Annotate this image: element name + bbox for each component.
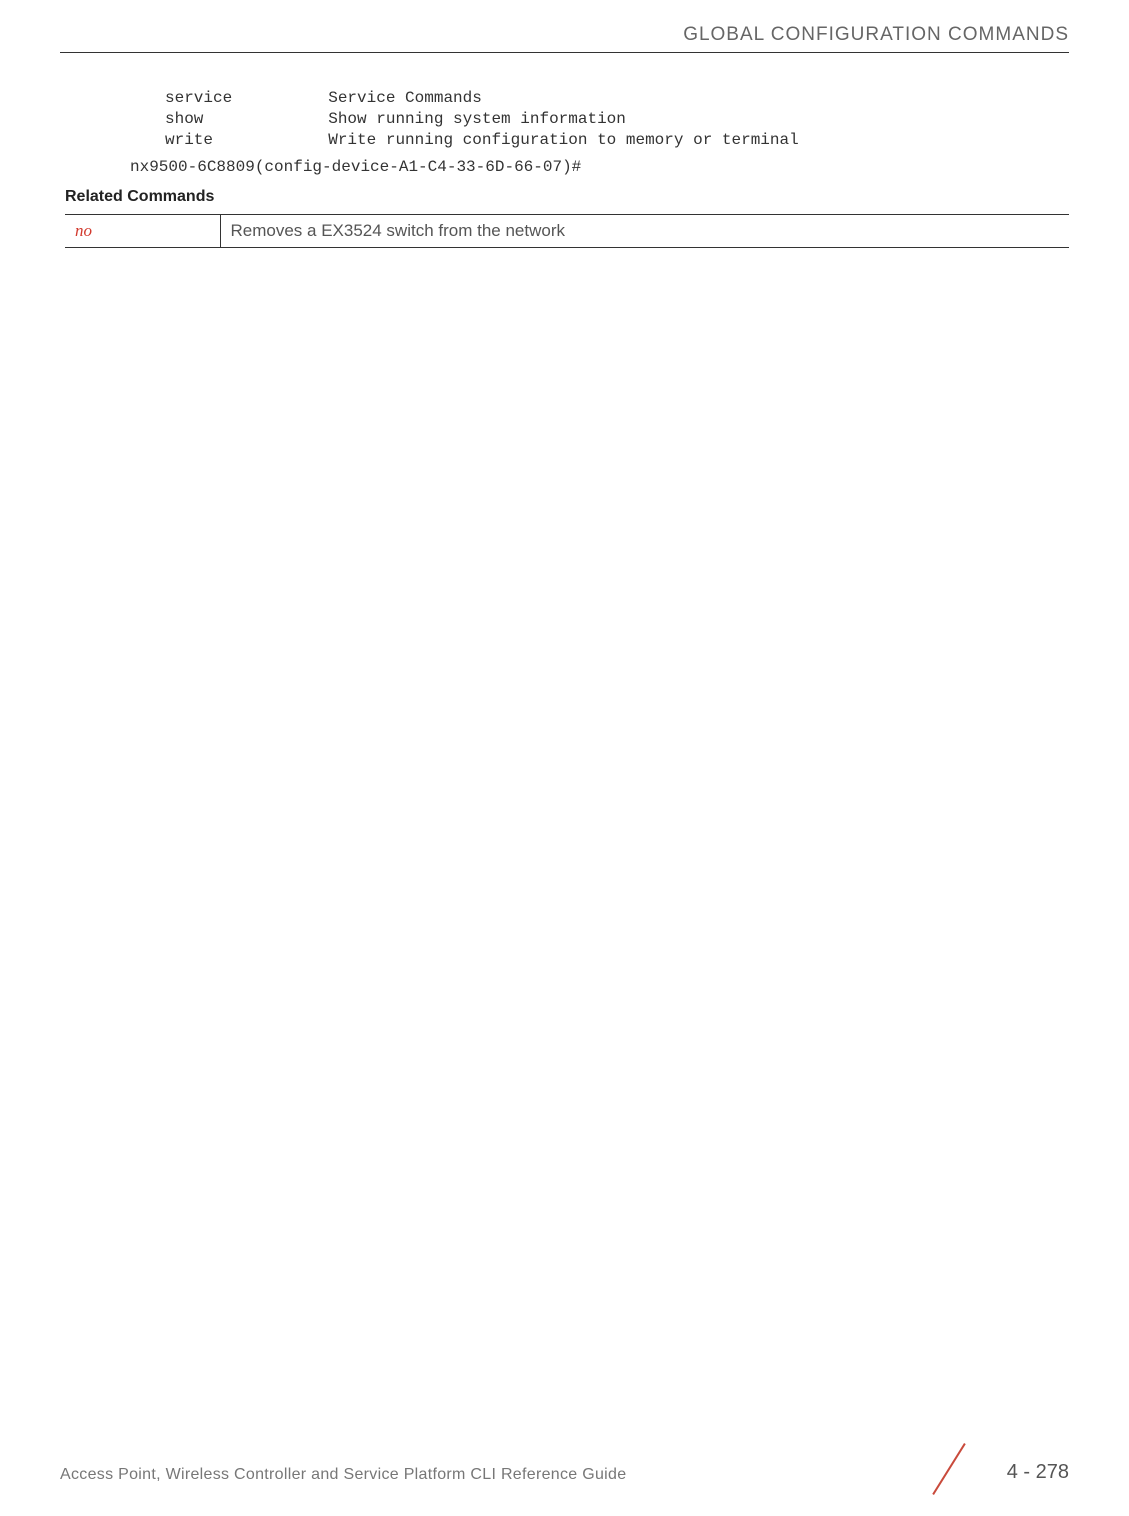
- cli-output: service Service Commands show Show runni…: [165, 88, 1069, 150]
- main-content: service Service Commands show Show runni…: [130, 88, 1069, 248]
- header-rule: [60, 52, 1069, 53]
- related-commands-table: no Removes a EX3524 switch from the netw…: [65, 214, 1069, 248]
- header-title: GLOBAL CONFIGURATION COMMANDS: [683, 24, 1069, 46]
- command-cell: no: [65, 215, 220, 248]
- description-cell: Removes a EX3524 switch from the network: [220, 215, 1069, 248]
- slash-icon: [924, 1444, 974, 1494]
- page-header: GLOBAL CONFIGURATION COMMANDS: [683, 24, 1069, 46]
- table-row: no Removes a EX3524 switch from the netw…: [65, 215, 1069, 248]
- page-number: 4 - 278: [1007, 1461, 1069, 1484]
- page-footer: Access Point, Wireless Controller and Se…: [60, 1466, 1069, 1484]
- related-commands-heading: Related Commands: [65, 188, 1069, 206]
- footer-text: Access Point, Wireless Controller and Se…: [60, 1466, 1069, 1484]
- cli-prompt: nx9500-6C8809(config-device-A1-C4-33-6D-…: [130, 158, 1069, 176]
